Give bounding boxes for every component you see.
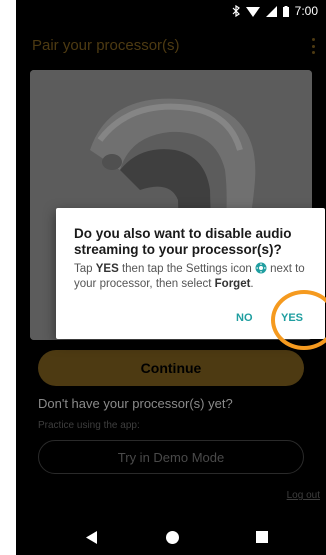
demo-mode-button[interactable]: Try in Demo Mode [38, 440, 304, 474]
no-processor-heading: Don't have your processor(s) yet? [38, 396, 233, 411]
logout-link[interactable]: Log out [287, 490, 320, 501]
status-time: 7:00 [294, 4, 318, 18]
dialog-text: Tap [74, 263, 96, 275]
system-nav-bar [16, 520, 326, 555]
dialog-title: Do you also want to disable audio stream… [74, 226, 292, 257]
app-bar: Pair your processor(s) [16, 24, 326, 68]
home-icon[interactable] [166, 531, 179, 544]
phone-screen: 7:00 Pair your processor(s) Continue Don… [16, 0, 326, 555]
overflow-menu-icon[interactable] [310, 38, 316, 54]
wifi-icon [245, 6, 260, 17]
bluetooth-icon [232, 5, 240, 17]
continue-button[interactable]: Continue [38, 350, 304, 386]
recent-apps-icon[interactable] [256, 531, 268, 543]
settings-gear-icon [255, 262, 267, 274]
dialog-text-forget: Forget [214, 278, 251, 290]
dialog-text-yes: YES [95, 263, 119, 275]
page-title: Pair your processor(s) [32, 37, 180, 54]
status-icons: 7:00 [232, 4, 318, 18]
dialog-text: then tap the Settings icon [118, 263, 255, 275]
battery-icon [282, 5, 289, 17]
practice-text: Practice using the app: [38, 420, 140, 431]
no-button[interactable]: NO [236, 312, 253, 324]
dialog-text: . [250, 278, 254, 290]
signal-icon [265, 5, 277, 17]
status-bar: 7:00 [16, 0, 326, 24]
dialog-message: Tap YES then tap the Settings icon next … [74, 262, 319, 292]
highlight-circle [271, 290, 326, 350]
back-icon[interactable] [86, 531, 97, 544]
